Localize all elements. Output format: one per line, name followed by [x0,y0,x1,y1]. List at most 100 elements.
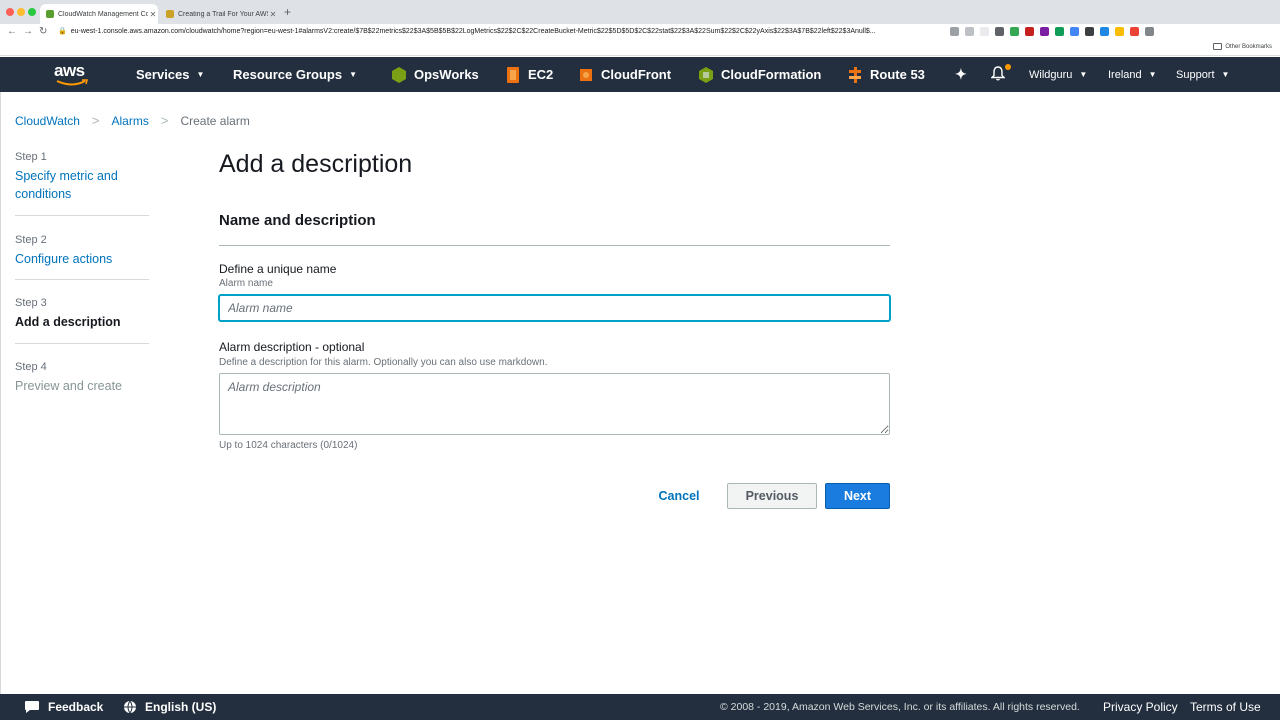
extension-icon[interactable] [1010,27,1019,36]
account-name: Wildguru [1029,68,1073,81]
folder-icon [1213,43,1223,50]
breadcrumb: CloudWatch > Alarms > Create alarm [15,113,250,128]
url-text: eu-west-1.console.aws.amazon.com/cloudwa… [70,28,876,35]
close-tab-icon[interactable]: ✕ [148,10,158,19]
extension-icon[interactable] [1025,27,1034,36]
extension-icon[interactable] [1130,27,1139,36]
bell-icon [990,63,1011,84]
services-menu[interactable]: Services ▼ [136,57,204,92]
browser-tab-bar: CloudWatch Management Con ✕ Creating a T… [0,0,1280,24]
language-selector[interactable]: English (US) [123,694,216,720]
step-current-add-description: Add a description [15,315,121,329]
minimize-window-button[interactable] [17,8,25,16]
chevron-down-icon: ▼ [1148,70,1157,79]
shortcut-cloudformation[interactable]: CloudFormation [698,57,821,92]
chevron-down-icon: ▼ [1221,70,1230,79]
extension-icon[interactable] [995,27,1004,36]
step-preview-create: Preview and create [15,379,123,393]
copyright-text: © 2008 - 2019, Amazon Web Services, Inc.… [720,701,1080,713]
character-count: Up to 1024 characters (0/1024) [219,440,358,451]
shortcut-label: OpsWorks [414,67,479,82]
shortcut-cloudfront[interactable]: CloudFront [578,57,671,92]
step-number: Step 3 [15,297,47,309]
support-menu[interactable]: Support ▼ [1176,57,1229,92]
feedback-label: Feedback [48,700,104,714]
account-menu[interactable]: Wildguru ▼ [1029,57,1087,92]
profile-avatar-icon[interactable] [1145,27,1154,36]
maximize-window-button[interactable] [28,8,36,16]
other-bookmarks-label: Other Bookmarks [1225,43,1272,50]
step-link-configure-actions[interactable]: Configure actions [15,250,149,268]
chevron-right-icon: > [160,113,169,128]
browser-tab-cloudwatch[interactable]: CloudWatch Management Con ✕ [40,4,158,24]
other-bookmarks[interactable]: Other Bookmarks [1213,43,1272,50]
step-link-specify-metric[interactable]: Specify metric and conditions [15,167,149,203]
language-label: English (US) [145,700,217,714]
lock-icon: 🔒 [58,28,67,35]
aws-docs-favicon-icon [166,10,174,18]
speech-bubble-icon [25,701,39,713]
tab-title: CloudWatch Management Con [58,10,148,18]
shortcut-opsworks[interactable]: OpsWorks [391,57,479,92]
step-2: Step 2 Configure actions [15,216,149,280]
description-hint: Define a description for this alarm. Opt… [219,357,548,368]
name-heading: Define a unique name [219,262,337,276]
extension-icon[interactable] [1070,27,1079,36]
chevron-right-icon: > [91,113,100,128]
section-title: Name and description [219,212,376,229]
privacy-policy-link[interactable]: Privacy Policy [1103,694,1178,720]
extension-icon[interactable] [1040,27,1049,36]
notifications-button[interactable] [990,57,1011,92]
step-number: Step 2 [15,234,47,246]
wizard-steps: Step 1 Specify metric and conditions Ste… [15,150,149,395]
feedback-link[interactable]: Feedback [24,694,103,720]
extension-icon[interactable] [1115,27,1124,36]
aws-smile-icon [56,79,88,86]
step-number: Step 4 [15,361,47,373]
back-arrow-icon[interactable]: ← [7,25,17,39]
new-tab-button[interactable]: + [284,5,291,19]
extension-icon[interactable] [1085,27,1094,36]
chevron-down-icon: ▼ [1079,70,1088,79]
shortcut-label: Route 53 [870,67,925,82]
star-icon[interactable] [965,27,974,36]
alarm-description-textarea[interactable] [219,373,890,435]
terms-of-use-link[interactable]: Terms of Use [1190,694,1261,720]
pin-shortcuts-button[interactable]: ✦ [955,57,967,92]
extension-icon[interactable] [1055,27,1064,36]
alarm-name-input[interactable] [219,295,890,321]
route53-icon [849,66,861,83]
globe-icon [124,700,136,714]
breadcrumb-alarms[interactable]: Alarms [112,114,149,128]
cancel-button[interactable]: Cancel [650,483,708,509]
browser-tab-trail[interactable]: Creating a Trail For Your AWS ✕ [160,4,278,24]
step-1: Step 1 Specify metric and conditions [15,151,149,216]
page-left-border [0,92,1,694]
reload-icon[interactable]: ↻ [39,25,47,39]
services-label: Services [136,67,190,82]
region-name: Ireland [1108,68,1142,81]
step-3: Step 3 Add a description [15,280,149,344]
close-window-button[interactable] [6,8,14,16]
console-footer: Feedback English (US) © 2008 - 2019, Ama… [0,694,1280,720]
notification-dot [1005,63,1011,70]
shortcut-ec2[interactable]: EC2 [505,57,553,92]
breadcrumb-cloudwatch[interactable]: CloudWatch [15,114,80,128]
breadcrumb-current: Create alarm [180,113,250,128]
zoom-icon[interactable] [950,27,959,36]
previous-button[interactable]: Previous [727,483,817,509]
description-heading: Alarm description - optional [219,340,365,354]
shortcut-label: CloudFront [601,67,672,82]
extension-icon[interactable] [1100,27,1109,36]
bookmarks-bar: Other Bookmarks [0,40,1280,56]
url-bar[interactable]: 🔒 eu-west-1.console.aws.amazon.com/cloudw… [58,25,948,39]
page-title: Add a description [219,150,413,178]
region-menu[interactable]: Ireland ▼ [1108,57,1157,92]
resource-groups-menu[interactable]: Resource Groups ▼ [233,57,357,92]
aws-logo[interactable]: aws [54,62,90,87]
next-button[interactable]: Next [825,483,890,509]
forward-arrow-icon[interactable]: → [23,25,33,39]
close-tab-icon[interactable]: ✕ [268,10,278,19]
shortcut-route53[interactable]: Route 53 [847,57,925,92]
extension-icon[interactable] [980,27,989,36]
